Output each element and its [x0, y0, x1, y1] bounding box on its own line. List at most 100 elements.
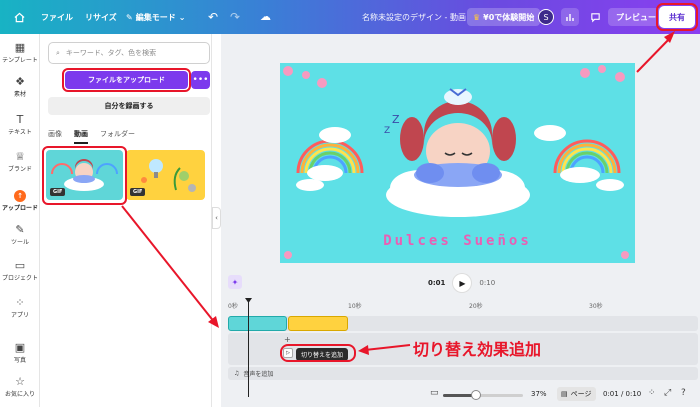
avatar[interactable]: S	[538, 9, 554, 25]
zoom-slider-handle[interactable]	[471, 390, 481, 400]
undo-icon[interactable]: ↶	[208, 10, 218, 24]
rail-item-apps[interactable]: ⁘ アプリ	[0, 296, 40, 320]
play-button[interactable]: ▶	[453, 274, 472, 292]
rail-item-text[interactable]: T テキスト	[0, 113, 40, 137]
collapse-panel-button[interactable]: ‹	[212, 207, 221, 229]
pencil-icon: ✎	[126, 12, 133, 22]
ruler-tick: 20秒	[469, 303, 483, 310]
pages-grid-icon: ▤	[561, 390, 568, 398]
text-icon: T	[16, 113, 24, 126]
free-trial-button[interactable]: ♛ ¥0で体験開始	[467, 8, 541, 26]
rail-item-label: プロジェクト	[1, 275, 38, 282]
total-time: 0:10	[479, 279, 496, 287]
rail-item-templates[interactable]: ▦ テンプレート	[0, 41, 40, 65]
magic-animate-button[interactable]: ✦	[228, 275, 242, 289]
edit-mode-label: 編集モード	[135, 12, 176, 22]
template-icon: ▦	[14, 41, 26, 54]
transition-highlight-ring	[280, 344, 356, 362]
pages-label: ページ	[570, 390, 592, 398]
top-bar: ファイル リサイズ ✎ 編集モード ⌄ ↶ ↷ ☁ 名称未設定のデザイン - 動…	[0, 0, 700, 34]
free-trial-label: ¥0で体験開始	[483, 12, 535, 22]
home-icon	[14, 12, 24, 22]
zoom-level[interactable]: 37%	[531, 390, 547, 398]
fullscreen-icon[interactable]: ⤢	[664, 388, 671, 398]
annotation-label: 切り替え効果追加	[413, 340, 542, 359]
uploaded-gif-thumbnail-2[interactable]: GIF	[126, 150, 205, 200]
rail-item-label: お気に入り	[4, 391, 35, 398]
grid-view-icon[interactable]: ⁘	[648, 388, 656, 398]
svg-text:Z: Z	[384, 126, 390, 136]
tools-icon: ✎	[15, 223, 25, 236]
share-highlight-ring	[656, 3, 698, 31]
music-note-icon: ♫	[234, 370, 240, 377]
playhead[interactable]	[248, 300, 249, 397]
upload-highlight-ring	[62, 68, 191, 92]
timeline-ruler[interactable]: 0秒 10秒 20秒 30秒	[221, 300, 700, 312]
design-canvas[interactable]: Z Z Dulces Sueños	[280, 63, 635, 263]
star-icon: ☆	[15, 375, 25, 388]
record-yourself-button[interactable]: 自分を録画する	[48, 97, 210, 115]
rail-item-label: ツール	[10, 239, 29, 246]
time-counter: 0:01 / 0:10	[603, 390, 642, 398]
tab-videos[interactable]: 動画	[74, 129, 88, 144]
upload-icon: ↑	[14, 190, 26, 202]
playback-controls: 0:01 ▶ 0:10	[428, 274, 495, 292]
uploads-panel: ⌕ ファイルをアップロード ••• 自分を録画する 画像 動画 フォルダー GI…	[40, 34, 212, 407]
search-box[interactable]: ⌕	[48, 42, 210, 64]
pages-button[interactable]: ▤ ページ	[557, 387, 596, 401]
more-options-button[interactable]: •••	[191, 71, 210, 89]
ruler-tick: 30秒	[589, 303, 603, 310]
thumbnail-highlight-ring	[42, 146, 127, 205]
bar-chart-icon	[566, 14, 574, 21]
rail-item-label: テンプレート	[2, 57, 38, 64]
timeline-clip-2[interactable]	[288, 316, 348, 331]
rail-item-label: アプリ	[10, 312, 29, 319]
home-button[interactable]	[10, 8, 28, 26]
ruler-tick: 0秒	[228, 303, 238, 310]
search-input[interactable]	[65, 49, 196, 57]
brand-icon: ♕	[15, 150, 25, 163]
media-tabs: 画像 動画 フォルダー	[48, 129, 135, 144]
folder-icon: ▭	[14, 259, 26, 272]
gif-badge: GIF	[130, 188, 146, 196]
rail-item-label: ブランド	[7, 166, 32, 173]
rail-item-brand[interactable]: ♕ ブランド	[0, 150, 40, 174]
play-icon: ▶	[459, 278, 466, 288]
redo-icon[interactable]: ↷	[230, 10, 240, 24]
elements-icon: ❖	[15, 75, 25, 88]
zoom-slider[interactable]	[443, 394, 523, 397]
ruler-tick: 10秒	[348, 303, 362, 310]
rail-item-label: 写真	[13, 357, 26, 364]
photo-icon: ▣	[14, 341, 26, 354]
crown-icon: ♛	[473, 12, 481, 22]
help-icon[interactable]: ?	[681, 388, 686, 398]
document-title[interactable]: 名称未設定のデザイン - 動画	[362, 0, 466, 34]
rail-item-label: アップロード	[1, 205, 38, 212]
insights-button[interactable]	[561, 8, 579, 26]
apps-icon: ⁘	[15, 296, 25, 309]
rail-item-elements[interactable]: ❖ 素材	[0, 75, 40, 99]
tab-images[interactable]: 画像	[48, 129, 62, 144]
rail-item-projects[interactable]: ▭ プロジェクト	[0, 259, 40, 283]
current-time: 0:01	[428, 279, 446, 287]
comment-icon	[590, 12, 600, 22]
timeline-clip-1[interactable]	[228, 316, 287, 331]
file-menu[interactable]: ファイル	[41, 0, 73, 34]
rail-item-uploads[interactable]: ↑ アップロード	[0, 189, 40, 212]
edit-mode-menu[interactable]: ✎ 編集モード ⌄	[126, 0, 185, 34]
chevron-down-icon: ⌄	[178, 12, 186, 22]
rail-item-favorites[interactable]: ☆ お気に入り	[0, 375, 40, 399]
svg-text:Z: Z	[392, 113, 400, 126]
add-audio-button[interactable]: ♫ 音声を追加	[228, 367, 698, 380]
notes-icon[interactable]: ▭	[430, 388, 439, 398]
tab-folders[interactable]: フォルダー	[100, 129, 135, 144]
canvas-title-text[interactable]: Dulces Sueños	[280, 233, 635, 249]
comment-button[interactable]	[586, 8, 604, 26]
search-icon: ⌕	[56, 48, 60, 57]
rail-item-tools[interactable]: ✎ ツール	[0, 223, 40, 247]
add-page-plus-icon[interactable]: +	[284, 336, 292, 344]
resize-menu[interactable]: リサイズ	[85, 0, 117, 34]
rail-item-label: 素材	[13, 91, 26, 98]
rail-item-photos[interactable]: ▣ 写真	[0, 341, 40, 365]
cloud-saved-icon[interactable]: ☁	[260, 10, 271, 23]
